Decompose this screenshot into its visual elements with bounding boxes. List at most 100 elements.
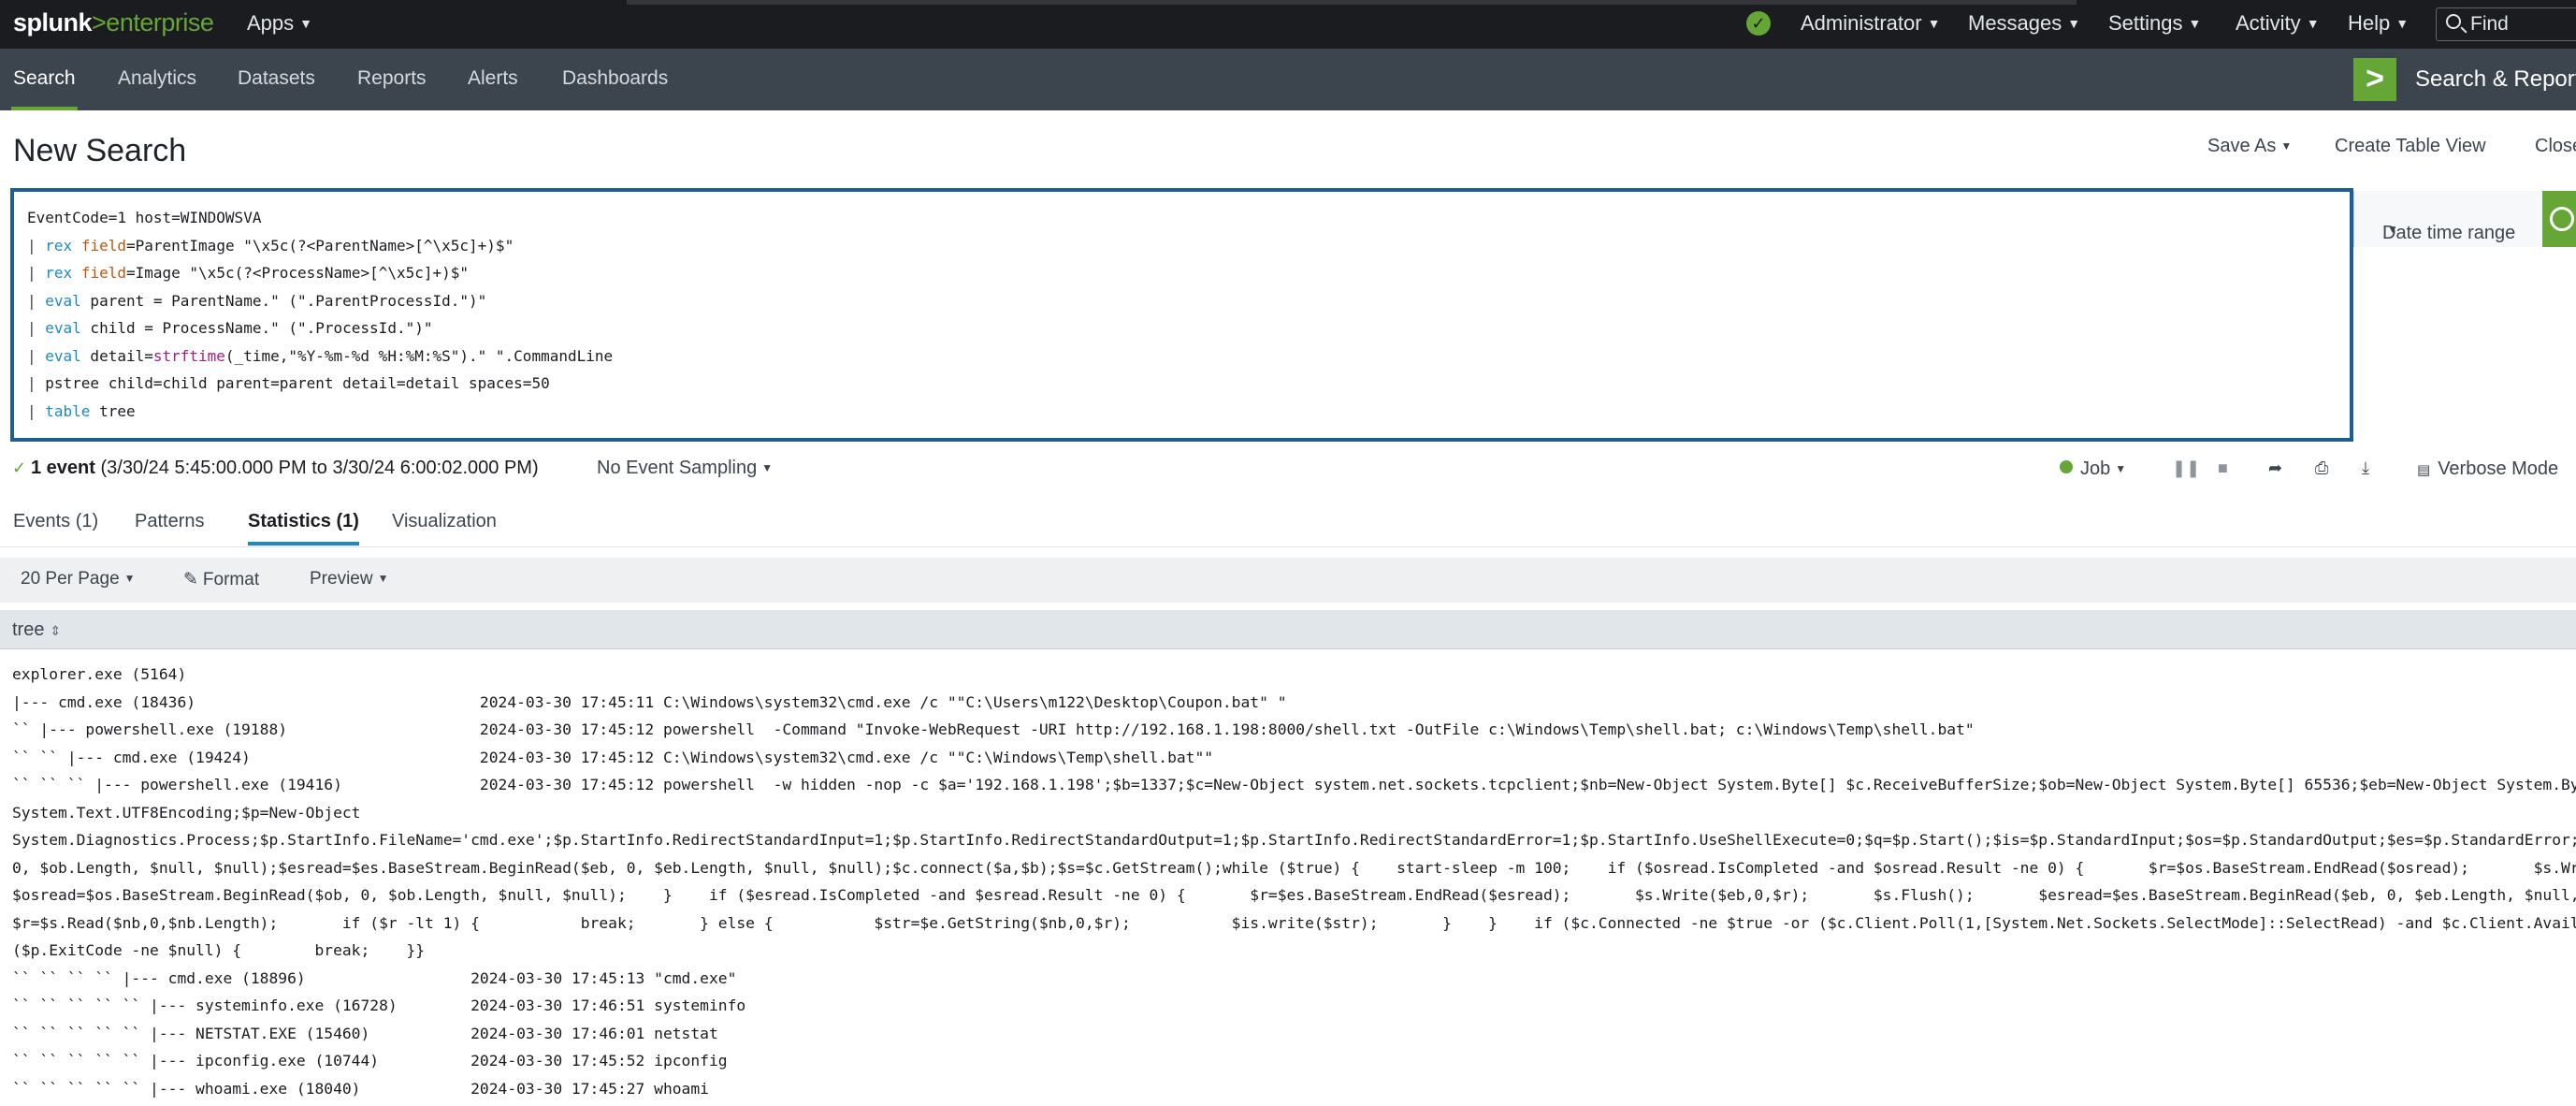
app-chevron-icon[interactable]: > [2353, 58, 2396, 101]
chevron-down-icon: ▼ [2188, 16, 2202, 31]
table-row: `` `` `` `` `` |--- ipconfig.exe (10744)… [12, 1052, 728, 1070]
chevron-down-icon: ▼ [2115, 462, 2127, 475]
search-query-line: | eval parent = ParentName." (".ParentPr… [27, 291, 487, 310]
chevron-down-icon: ▼ [1927, 16, 1941, 31]
table-row: `` `` `` `` `` |--- NETSTAT.EXE (15460) … [12, 1024, 718, 1042]
check-icon: ✓ [12, 458, 27, 477]
pipe-operator: | [27, 264, 46, 282]
tab-events[interactable]: Events (1) [13, 511, 98, 532]
chevron-down-icon: ▼ [2067, 16, 2081, 31]
search-argument: field [80, 264, 126, 282]
tab-datasets[interactable]: Datasets [238, 67, 315, 90]
tab-patterns[interactable]: Patterns [135, 511, 204, 532]
sort-icon: ⇕ [50, 623, 62, 638]
table-row: $r=$s.Read($nb,0,$nb.Length); if ($r -lt… [12, 913, 2576, 932]
pause-icon[interactable]: ❚❚ [2172, 458, 2200, 478]
find-box[interactable] [2436, 7, 2576, 41]
search-query-line: | pstree child=child parent=parent detai… [27, 374, 550, 392]
top-bar: splunk>enterprise Apps ▼ ✓ Administrator ▼… [0, 0, 2576, 49]
print-icon[interactable]: ⎙ [2315, 458, 2328, 478]
pencil-icon: ✎ [183, 570, 198, 589]
search-editor[interactable]: EventCode=1 host=WINDOWSVA | rex field=Pa… [10, 188, 2353, 442]
info-icon [2060, 460, 2073, 473]
tab-dashboards[interactable]: Dashboards [562, 67, 668, 90]
logo-product-text: enterprise [106, 8, 214, 36]
table-row: |--- cmd.exe (18436) 2024-03-30 17:45:11… [12, 692, 1287, 711]
search-query-line: | rex field=Image "\x5c(?<ProcessName>[^… [27, 264, 470, 282]
table-row: `` |--- powershell.exe (19188) 2024-03-3… [12, 720, 1975, 738]
search-function: strftime [152, 346, 225, 365]
tab-analytics[interactable]: Analytics [118, 67, 196, 90]
user-menu-label: Administrator [1801, 11, 1922, 35]
event-time-range: (3/30/24 5:45:00.000 PM to 3/30/24 6:00:… [100, 458, 539, 478]
activity-menu[interactable]: Activity ▼ [2236, 11, 2320, 36]
search-query-line: | rex field=ParentImage "\x5c(?<ParentNa… [27, 236, 514, 255]
table-row: `` `` `` `` `` |--- whoami.exe (18040) 2… [12, 1079, 709, 1098]
apps-menu[interactable]: Apps ▼ [247, 11, 312, 36]
search-status-row: ✓ 1 event (3/30/24 5:45:00.000 PM to 3/3… [0, 451, 2576, 488]
user-menu[interactable]: Administrator ▼ [1801, 11, 1940, 36]
tab-alerts[interactable]: Alerts [468, 67, 518, 90]
format-label: Format [202, 570, 260, 589]
event-sampling-label: No Event Sampling [597, 458, 758, 478]
messages-menu[interactable]: Messages ▼ [1968, 11, 2080, 36]
settings-menu[interactable]: Settings ▼ [2108, 11, 2201, 36]
search-command: eval [45, 346, 81, 365]
run-search-button[interactable] [2542, 191, 2576, 247]
search-command: eval [45, 319, 81, 337]
result-tabs: Events (1) Patterns Statistics (1) Visua… [0, 496, 2576, 547]
event-summary: 1 event (3/30/24 5:45:00.000 PM to 3/30/… [31, 458, 539, 479]
table-row: `` `` `` |--- powershell.exe (19416) 202… [12, 776, 2576, 793]
table-row: 0, $ob.Length, $null, $null);$esread=$es… [12, 858, 2576, 877]
job-menu-label: Job [2080, 458, 2111, 479]
search-command: table [45, 401, 91, 420]
activity-menu-label: Activity [2236, 11, 2301, 35]
settings-menu-label: Settings [2108, 11, 2183, 35]
preview-dropdown[interactable]: Preview ▼ [310, 569, 388, 589]
close-button[interactable]: Close [2535, 136, 2576, 157]
search-argument: field [80, 236, 126, 255]
time-range-picker[interactable]: Date time range ▼ [2353, 191, 2542, 247]
share-icon[interactable]: ➦ [2268, 458, 2282, 478]
tab-search[interactable]: Search [11, 67, 78, 110]
find-input[interactable] [2470, 12, 2573, 36]
mode-icon: ▤ [2417, 462, 2431, 478]
search-query[interactable]: EventCode=1 host=WINDOWSVA | rex field=Pa… [27, 204, 613, 425]
search-mode-dropdown[interactable]: ▤ Verbose Mode [2417, 458, 2558, 480]
format-button[interactable]: ✎ Format [183, 569, 259, 590]
chevron-down-icon: ▼ [2395, 16, 2410, 31]
table-header: tree ⇕ [0, 610, 2576, 649]
stop-icon[interactable]: ■ [2218, 458, 2228, 478]
job-menu[interactable]: Job ▼ [2060, 458, 2126, 480]
pipe-operator: | [27, 346, 46, 365]
app-title[interactable]: Search & Reporting [2415, 66, 2576, 93]
chevron-down-icon: ▼ [299, 16, 313, 31]
create-table-view-button[interactable]: Create Table View [2335, 136, 2486, 157]
splunk-logo[interactable]: splunk>enterprise [13, 8, 214, 37]
table-row: $osread=$os.BaseStream.BeginRead($ob, 0,… [12, 886, 2576, 904]
chevron-down-icon: ▼ [2387, 223, 2398, 236]
search-query-line: | table tree [27, 401, 136, 420]
per-page-label: 20 Per Page [21, 569, 120, 589]
search-command: rex [45, 236, 73, 255]
app-bar: Search Analytics Datasets Reports Alerts… [0, 49, 2576, 110]
pipe-operator: | [27, 236, 46, 255]
messages-menu-label: Messages [1968, 11, 2062, 35]
export-icon[interactable]: ⤓ [2362, 458, 2369, 478]
event-sampling-dropdown[interactable]: No Event Sampling ▼ [597, 458, 773, 479]
health-check-icon[interactable]: ✓ [1746, 11, 1771, 36]
help-menu[interactable]: Help ▼ [2348, 11, 2409, 36]
pipe-operator: | [27, 374, 46, 392]
help-menu-label: Help [2348, 11, 2391, 35]
apps-menu-label: Apps [247, 11, 295, 35]
tab-statistics[interactable]: Statistics (1) [248, 511, 359, 546]
table-row: System.Text.UTF8Encoding;$p=New-Object [12, 803, 361, 822]
results-table: explorer.exe (5164) |--- cmd.exe (18436) … [12, 661, 2576, 1106]
save-as-button[interactable]: Save As ▼ [2207, 136, 2292, 157]
tab-visualization[interactable]: Visualization [392, 511, 497, 532]
per-page-dropdown[interactable]: 20 Per Page ▼ [21, 569, 136, 589]
table-row: ($p.ExitCode -ne $null) { break; }} [12, 941, 426, 959]
column-header-tree[interactable]: tree ⇕ [12, 619, 61, 641]
search-mode-label: Verbose Mode [2438, 458, 2559, 479]
tab-reports[interactable]: Reports [357, 67, 427, 90]
